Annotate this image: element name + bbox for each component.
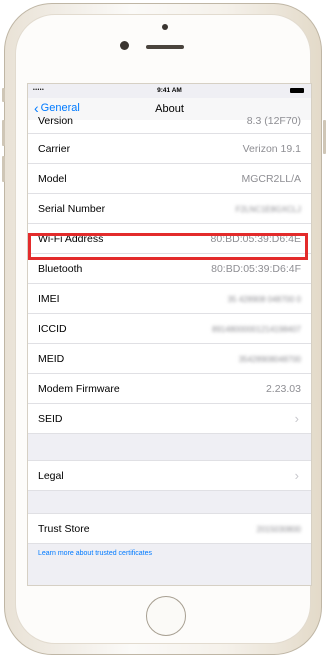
section-spacer [28, 491, 311, 514]
row-value: MGCR2LL/A [241, 173, 301, 185]
row-iccid[interactable]: ICCID 89148000001214198407 [28, 314, 311, 344]
row-carrier[interactable]: Carrier Verizon 19.1 [28, 134, 311, 164]
row-label: MEID [38, 353, 65, 365]
row-modem-firmware[interactable]: Modem Firmware 2.23.03 [28, 374, 311, 404]
row-imei[interactable]: IMEI 35 428908 048700 0 [28, 284, 311, 314]
status-bar: ••••• 9:41 AM [28, 84, 311, 98]
volume-up-button [2, 120, 5, 146]
mute-switch [2, 88, 5, 102]
about-list: Version 8.3 (12F70) Carrier Verizon 19.1… [28, 115, 311, 563]
row-label: Bluetooth [38, 263, 83, 275]
front-camera [120, 41, 129, 50]
row-value: 80:BD:05:39:D6:4F [211, 263, 301, 275]
row-trust-store[interactable]: Trust Store 2015030800 [28, 514, 311, 544]
row-value: Verizon 19.1 [242, 143, 301, 155]
home-button[interactable] [146, 596, 186, 636]
row-meid[interactable]: MEID 35428908048700 [28, 344, 311, 374]
row-value: 2.23.03 [265, 383, 301, 395]
status-time: 9:41 AM [157, 87, 182, 94]
row-value: F2LNC1E8GXCLJ [235, 205, 301, 214]
row-value: 2015030800 [256, 525, 302, 534]
row-model[interactable]: Model MGCR2LL/A [28, 164, 311, 194]
earpiece-speaker [146, 45, 184, 49]
row-label: Model [38, 173, 67, 185]
row-seid[interactable]: SEID › [28, 404, 311, 434]
row-label: Trust Store [38, 523, 90, 535]
screen: ••••• 9:41 AM ‹ General About Version 8.… [27, 83, 312, 586]
row-label: Modem Firmware [38, 383, 120, 395]
chevron-right-icon: › [294, 411, 299, 426]
wifi-address-highlight-box [28, 233, 308, 260]
section-spacer [28, 434, 311, 461]
row-legal[interactable]: Legal › [28, 461, 311, 491]
row-value: 89148000001214198407 [212, 325, 301, 334]
row-label: Carrier [38, 143, 71, 155]
chevron-right-icon: › [294, 468, 299, 483]
row-value: 8.3 (12F70) [246, 115, 301, 127]
row-serial-number[interactable]: Serial Number F2LNC1E8GXCLJ [28, 194, 311, 224]
proximity-sensor [162, 24, 168, 30]
trusted-certificates-link[interactable]: Learn more about trusted certificates [28, 544, 311, 563]
row-label: IMEI [38, 293, 60, 305]
row-value: 35 428908 048700 0 [227, 295, 301, 304]
battery-icon [290, 88, 304, 93]
page-title: About [155, 103, 184, 115]
row-version: Version 8.3 (12F70) [28, 115, 311, 134]
row-label: Serial Number [38, 203, 106, 215]
row-label: SEID [38, 413, 63, 425]
volume-down-button [2, 156, 5, 182]
row-label: Version [38, 115, 74, 127]
row-value: 35428908048700 [238, 355, 301, 364]
power-button [323, 120, 326, 154]
row-label: Legal [38, 470, 64, 482]
row-label: ICCID [38, 323, 67, 335]
